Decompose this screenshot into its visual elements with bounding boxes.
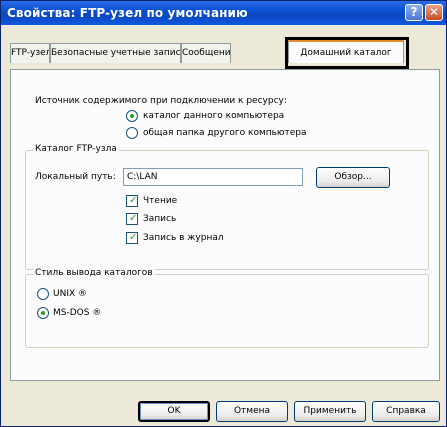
- help-icon[interactable]: ?: [405, 4, 423, 21]
- ftp-directory-group-label: Каталог FTP-узла: [33, 144, 119, 154]
- active-tab-highlight: [285, 37, 409, 69]
- tab-ftp-site[interactable]: FTP-узел: [10, 43, 50, 63]
- radio-unix[interactable]: [37, 288, 49, 300]
- local-path-label: Локальный путь:: [35, 172, 116, 182]
- tab-messages[interactable]: Сообщени: [181, 43, 231, 63]
- radio-local-directory-label: каталог данного компьютера: [143, 111, 285, 121]
- apply-button[interactable]: Применить: [294, 401, 366, 422]
- window-title: Свойства: FTP-узел по умолчанию: [7, 6, 248, 20]
- browse-button[interactable]: Обзор...: [316, 167, 390, 188]
- radio-unix-label: UNIX ®: [53, 289, 88, 299]
- title-bar[interactable]: Свойства: FTP-узел по умолчанию ? ✕: [1, 1, 446, 25]
- dialog-body: FTP-узел Безопасные учетные записи Сообщ…: [2, 26, 445, 425]
- checkbox-read[interactable]: ✓: [126, 195, 138, 207]
- checkbox-log-visits-label: Запись в журнал: [143, 233, 224, 243]
- checkbox-read-label: Чтение: [143, 196, 178, 206]
- close-icon[interactable]: ✕: [425, 4, 443, 21]
- ok-button[interactable]: OK: [138, 401, 210, 422]
- local-path-input[interactable]: C:\LAN: [123, 168, 303, 186]
- source-heading: Источник содержимого при подключении к р…: [35, 96, 287, 106]
- checkbox-log-visits[interactable]: ✓: [126, 232, 138, 244]
- help-button[interactable]: Справка: [372, 401, 440, 422]
- tab-panel: Источник содержимого при подключении к р…: [10, 69, 440, 381]
- radio-network-share[interactable]: [126, 127, 138, 139]
- cancel-button[interactable]: Отмена: [216, 401, 288, 422]
- radio-ms-dos[interactable]: [37, 307, 49, 319]
- radio-local-directory[interactable]: [126, 110, 138, 122]
- radio-ms-dos-label: MS-DOS ®: [53, 308, 102, 318]
- checkbox-write[interactable]: ✓: [126, 213, 138, 225]
- radio-network-share-label: общая папка другого компьютера: [143, 128, 307, 138]
- listing-style-group-label: Стиль вывода каталогов: [33, 268, 155, 278]
- tab-security-accounts[interactable]: Безопасные учетные записи: [50, 43, 181, 63]
- properties-dialog: Свойства: FTP-узел по умолчанию ? ✕ FTP-…: [0, 0, 447, 427]
- checkbox-write-label: Запись: [143, 214, 177, 224]
